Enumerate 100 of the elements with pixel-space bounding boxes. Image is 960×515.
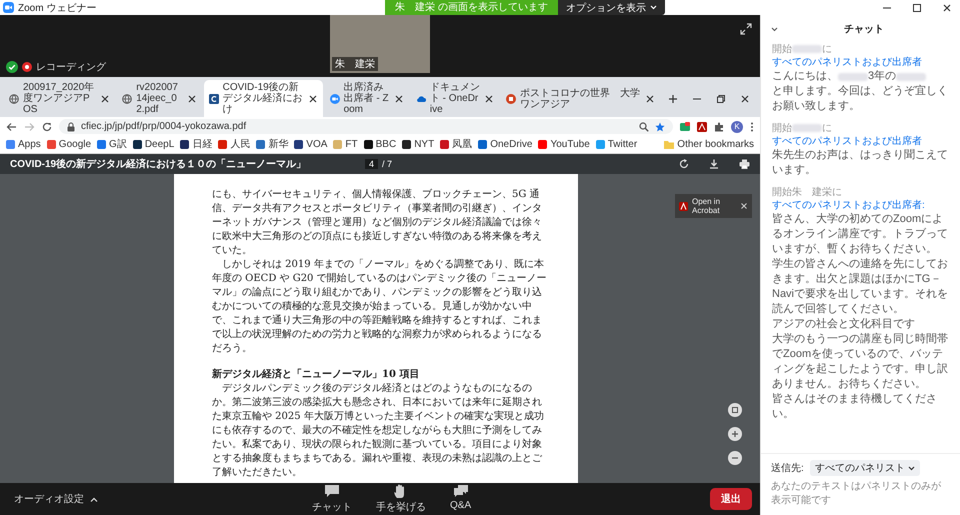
message-text: 3年の [868, 69, 896, 84]
browser-tab[interactable]: COVID-19後の新デジタル経済におけ [204, 80, 323, 117]
bookmark[interactable]: YouTube [538, 138, 590, 150]
bookmark[interactable]: NYT [402, 138, 434, 150]
toolbar-button[interactable]: Q&A [450, 484, 472, 514]
plus-icon[interactable] [668, 94, 678, 104]
close-icon[interactable] [484, 94, 494, 104]
favicon-icon [333, 140, 342, 148]
zoom-in-icon[interactable] [728, 427, 742, 441]
close-icon[interactable] [740, 94, 750, 104]
browser-tab[interactable]: ドキュメント - OneDrive [410, 80, 499, 117]
profile-avatar[interactable]: K [731, 120, 743, 132]
speech-bubble-icon [324, 484, 340, 498]
bookmark[interactable]: DeepL [132, 138, 174, 150]
favicon-icon [180, 140, 190, 148]
bookmark[interactable]: 凤凰 [440, 137, 472, 151]
favicon-icon [256, 140, 266, 148]
bookmark[interactable]: VOA [294, 138, 328, 150]
favicon-icon [440, 140, 450, 148]
acrobat-tooltip[interactable]: Open in Acrobat [675, 194, 752, 218]
restore-icon[interactable] [716, 94, 726, 104]
bookmark[interactable]: OneDrive [478, 138, 532, 150]
bookmark[interactable]: BBC [364, 138, 396, 150]
favicon-icon [218, 140, 228, 148]
globe-icon [122, 94, 132, 104]
fit-page-icon[interactable] [728, 403, 742, 417]
chevron-down-icon[interactable] [771, 26, 778, 32]
print-icon[interactable] [739, 159, 750, 169]
browser-tab[interactable]: ポストコロナの世界 大学ワンアジア [501, 86, 660, 112]
sender-label: 開始朱 建栄に [772, 187, 842, 198]
cloud-icon [416, 94, 426, 104]
puzzle-icon[interactable] [714, 122, 724, 132]
message-text: 皆さん、大学の初めてのZoomによるオンライン講座です。トラブっていますが、暫くお待ちください。 [772, 212, 949, 257]
address-field[interactable]: cfiec.jp/jp/pdf/prp/0004-yokozawa.pdf [59, 119, 673, 134]
bookmark[interactable]: Twitter [596, 138, 638, 150]
recipient-link[interactable]: すべてのパネリストおよび出席者: [772, 200, 925, 211]
favicon-icon [402, 140, 412, 148]
browser-tab[interactable]: 200917_2020年度ワンアジアPOS [4, 80, 116, 117]
message-text: 皆さんはそのまま待機してください。 [772, 392, 938, 422]
close-icon[interactable] [100, 94, 110, 104]
favicon-icon [538, 140, 548, 148]
toolbar-button[interactable]: チャット [312, 484, 352, 514]
favicon-icon [506, 94, 516, 104]
close-icon[interactable] [942, 2, 952, 12]
blurred-name [838, 72, 868, 80]
bookmark[interactable]: Google [46, 138, 92, 150]
close-icon[interactable] [394, 94, 404, 104]
close-icon[interactable] [308, 94, 318, 104]
favicon-icon [6, 140, 15, 148]
recipient-link[interactable]: すべてのパネリストおよび出席者 [772, 136, 922, 147]
bookmark[interactable]: Other bookmarks [664, 138, 754, 150]
folder-icon [664, 140, 674, 148]
message-text: と申します。今回は、どうぞ宜しくお願い致します。 [772, 84, 949, 114]
bookmark[interactable]: 日経 [180, 137, 212, 151]
more-icon[interactable] [750, 122, 754, 132]
reload-icon[interactable] [42, 122, 52, 132]
sender-label: に [822, 123, 832, 134]
sharing-status: 朱 建栄 の画面を表示しています [385, 0, 558, 15]
acrobat-icon[interactable] [697, 122, 707, 132]
extension-icon[interactable] [680, 122, 690, 132]
star-icon[interactable] [655, 122, 665, 132]
panel-title: チャット [843, 23, 885, 36]
leave-button[interactable]: 退出 [710, 488, 752, 510]
toolbar-button[interactable]: 手を挙げる [376, 484, 426, 514]
chevron-down-icon [908, 466, 915, 470]
paragraph: デジタルパンデミック後のデジタル経済とはどのようなものになるのか。第二波第三波の感染拡大も懸念され、日本においては来年に延期された東京五輪や 2025 年大阪万博といった主要イベントの確実な実現と成功にも依存するので、最大の不確定性を想定しながらも大胆に予測をしてみたい。私案であり、現状の限られた観測に基づいている。項目により対象とする抽象度もまちまちである。漏れや重複、表現の未熟は認識の上とご了解いただきたい。 [212, 382, 545, 480]
back-arrow-icon[interactable] [6, 122, 17, 132]
bookmark[interactable]: 人民 [218, 137, 250, 151]
close-icon[interactable] [645, 94, 655, 104]
recipient-dropdown[interactable]: すべてのパネリスト [810, 460, 920, 476]
recipient-link[interactable]: すべてのパネリストおよび出席者 [772, 57, 922, 68]
participant-name: 朱 建栄 [332, 57, 378, 71]
browser-tab[interactable]: 出席済み出席者 - Zoom [324, 80, 409, 117]
options-button[interactable]: オプションを表示 [558, 0, 665, 15]
acrobat-icon [679, 202, 688, 210]
bookmark[interactable]: G訳 [97, 137, 127, 151]
record-icon [22, 62, 32, 72]
favicon-icon [364, 140, 373, 148]
speech-bubbles-icon [452, 484, 469, 498]
browser-tab[interactable]: rv20200714jeec_02.pdf [117, 80, 202, 117]
sender-label: 開始 [772, 123, 792, 134]
caret-up-icon [90, 496, 98, 502]
sender-label: 開始 [772, 44, 792, 55]
download-icon[interactable] [709, 159, 719, 169]
magnifier-icon[interactable] [639, 122, 649, 132]
send-to-label: 送信先: [771, 462, 804, 475]
bookmark[interactable]: Apps [6, 138, 41, 150]
expand-icon[interactable] [740, 23, 752, 35]
message-text: 朱先生のお声は、はっきり聞こえています。 [772, 148, 949, 178]
bookmark[interactable]: 新华 [256, 137, 288, 151]
maximize-icon[interactable] [912, 2, 922, 12]
favicon-icon [294, 140, 304, 148]
zoom-out-icon[interactable] [728, 451, 742, 465]
close-icon[interactable] [186, 94, 197, 104]
bookmark[interactable]: FT [333, 138, 358, 150]
page-number-field[interactable]: 4 [365, 159, 378, 169]
audio-settings-button[interactable]: オーディオ設定 [8, 491, 104, 507]
chevron-down-icon [650, 5, 657, 10]
sender-label: に [822, 44, 832, 55]
rotate-icon[interactable] [679, 159, 689, 169]
